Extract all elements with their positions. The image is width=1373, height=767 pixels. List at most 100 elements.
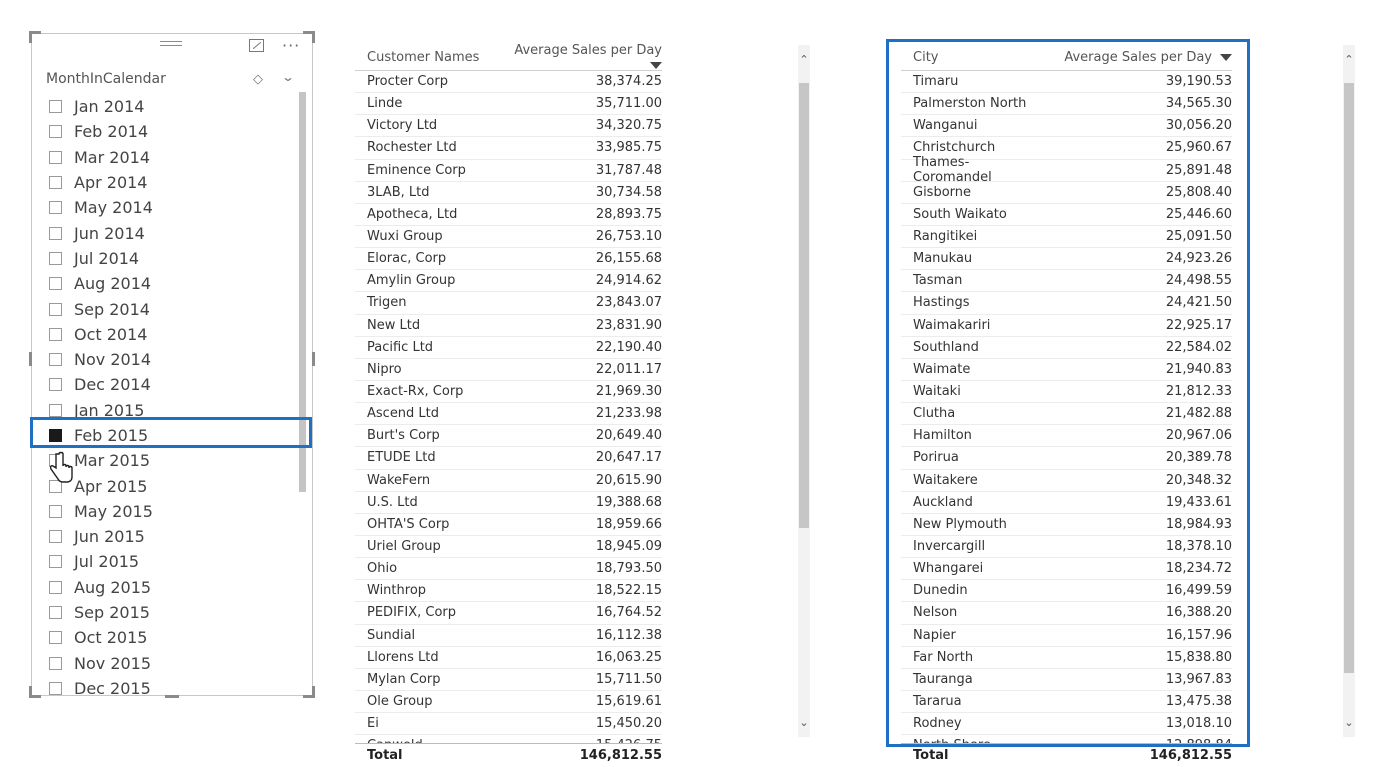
table-row[interactable]: Napier 16,157.96 [901, 625, 1232, 647]
table-row[interactable]: Eminence Corp 31,787.48 [355, 160, 662, 182]
more-options-icon[interactable]: ··· [282, 36, 300, 55]
table-row[interactable]: Waimate 21,940.83 [901, 359, 1232, 381]
scroll-up-icon[interactable]: ⌃ [1343, 53, 1355, 66]
checkbox[interactable] [49, 606, 62, 620]
checkbox[interactable] [49, 555, 62, 569]
table-row[interactable]: Invercargill 18,378.10 [901, 536, 1232, 559]
table-row[interactable]: Uriel Group 18,945.09 [355, 536, 662, 559]
table-row[interactable]: Trigen 23,843.07 [355, 292, 662, 315]
table-row[interactable]: Rangitikei 25,091.50 [901, 226, 1232, 249]
table-row[interactable]: Victory Ltd 34,320.75 [355, 115, 662, 138]
table-row[interactable]: Pacific Ltd 22,190.40 [355, 337, 662, 359]
table-row[interactable]: Llorens Ltd 16,063.25 [355, 647, 662, 669]
table-row[interactable]: 3LAB, Ltd 30,734.58 [355, 182, 662, 204]
column-header-sales[interactable]: Average Sales per Day [1047, 50, 1232, 65]
resize-handle-bottom-right[interactable] [303, 686, 315, 698]
table-row[interactable]: Thames-Coromandel 25,891.48 [901, 155, 1232, 185]
table-row[interactable]: Waitaki 21,812.33 [901, 381, 1232, 404]
table-row[interactable]: Ohio 18,793.50 [355, 558, 662, 581]
checkbox[interactable] [49, 530, 62, 544]
slicer-item[interactable]: Oct 2014 [32, 322, 302, 347]
checkbox[interactable] [49, 176, 62, 190]
chevron-down-icon[interactable]: ⌄ [281, 70, 295, 84]
slicer-item[interactable]: May 2015 [32, 499, 302, 524]
table-row[interactable]: Gisborne 25,808.40 [901, 182, 1232, 204]
slicer-item[interactable]: Apr 2014 [32, 170, 302, 195]
checkbox[interactable] [49, 251, 62, 265]
table-row[interactable]: Tauranga 13,967.83 [901, 669, 1232, 691]
column-header-city[interactable]: City [901, 50, 1047, 65]
scroll-down-icon[interactable]: ⌄ [798, 716, 810, 729]
checkbox[interactable] [49, 504, 62, 518]
table-row[interactable]: Elorac, Corp 26,155.68 [355, 248, 662, 271]
column-header-sales[interactable]: Average Sales per Day [495, 43, 662, 73]
checkbox[interactable] [49, 150, 62, 164]
slicer-item[interactable]: Jun 2014 [32, 220, 302, 245]
slicer-item[interactable]: Nov 2015 [32, 651, 302, 676]
slicer-item[interactable]: Sep 2015 [32, 600, 302, 625]
table-row[interactable]: Wanganui 30,056.20 [901, 115, 1232, 138]
table-row[interactable]: Rochester Ltd 33,985.75 [355, 137, 662, 160]
table-row[interactable]: Hastings 24,421.50 [901, 292, 1232, 315]
table-row[interactable]: Exact-Rx, Corp 21,969.30 [355, 381, 662, 404]
checkbox[interactable] [49, 656, 62, 670]
slicer-item[interactable]: Sep 2014 [32, 296, 302, 321]
slicer-item[interactable]: Jul 2014 [32, 246, 302, 271]
table-row[interactable]: Timaru 39,190.53 [901, 71, 1232, 94]
table-row[interactable]: Tasman 24,498.55 [901, 270, 1232, 293]
slicer-item[interactable]: May 2014 [32, 195, 302, 220]
table-row[interactable]: Southland 22,584.02 [901, 337, 1232, 359]
slicer-item[interactable]: Dec 2014 [32, 372, 302, 397]
table-row[interactable]: Capweld15,426.75 [355, 735, 662, 743]
checkbox[interactable] [49, 580, 62, 594]
slicer-item[interactable]: Feb 2014 [32, 119, 302, 144]
slicer-item[interactable]: Oct 2015 [32, 625, 302, 650]
table-row[interactable]: Palmerston North 34,565.30 [901, 93, 1232, 116]
table-row[interactable]: Waitakere 20,348.32 [901, 470, 1232, 492]
table-row[interactable]: Hamilton 20,967.06 [901, 425, 1232, 448]
table-row[interactable]: Tararua 13,475.38 [901, 691, 1232, 714]
table-row[interactable]: New Ltd 23,831.90 [355, 315, 662, 337]
slicer-item[interactable]: Nov 2014 [32, 347, 302, 372]
slicer-item[interactable]: Dec 2015 [32, 676, 302, 701]
slicer-item[interactable]: Aug 2015 [32, 575, 302, 600]
checkbox[interactable] [49, 201, 62, 215]
table-row[interactable]: Manukau 24,923.26 [901, 248, 1232, 271]
table-row[interactable]: Ole Group 15,619.61 [355, 691, 662, 714]
checkbox[interactable] [49, 327, 62, 341]
scroll-up-icon[interactable]: ⌃ [798, 53, 810, 66]
resize-handle-top-left[interactable] [29, 31, 41, 43]
table-row[interactable]: Nipro 22,011.17 [355, 359, 662, 381]
checkbox[interactable] [49, 277, 62, 291]
resize-handle-top-right[interactable] [303, 31, 315, 43]
slicer-item[interactable]: Mar 2014 [32, 145, 302, 170]
city-table-scrollbar[interactable]: ⌃ ⌄ [1343, 45, 1355, 737]
table-row[interactable]: Clutha 21,482.88 [901, 403, 1232, 426]
table-row[interactable]: New Plymouth 18,984.93 [901, 514, 1232, 536]
table-row[interactable]: Porirua 20,389.78 [901, 447, 1232, 470]
focus-mode-icon[interactable] [249, 39, 264, 52]
slicer-item[interactable]: Jul 2015 [32, 549, 302, 574]
table-row[interactable]: Burt's Corp 20,649.40 [355, 425, 662, 448]
table-row[interactable]: Winthrop 18,522.15 [355, 580, 662, 603]
table-row[interactable]: Whangarei 18,234.72 [901, 558, 1232, 581]
table-row[interactable]: Dunedin 16,499.59 [901, 580, 1232, 603]
table-row[interactable]: Nelson 16,388.20 [901, 602, 1232, 625]
checkbox[interactable] [49, 631, 62, 645]
table-row[interactable]: WakeFern 20,615.90 [355, 470, 662, 492]
scroll-thumb[interactable] [799, 83, 809, 528]
table-row[interactable]: Apotheca, Ltd 28,893.75 [355, 204, 662, 226]
sort-descending-icon[interactable] [1220, 54, 1232, 61]
table-row[interactable]: Wuxi Group 26,753.10 [355, 226, 662, 249]
checkbox[interactable] [49, 403, 62, 417]
checkbox[interactable] [49, 378, 62, 392]
table-row[interactable]: Sundial 16,112.38 [355, 625, 662, 647]
table-row[interactable]: U.S. Ltd 19,388.68 [355, 492, 662, 514]
table-row[interactable]: OHTA'S Corp 18,959.66 [355, 514, 662, 536]
scroll-down-icon[interactable]: ⌄ [1343, 716, 1355, 729]
table-row[interactable]: Procter Corp 38,374.25 [355, 71, 662, 94]
customer-table-scrollbar[interactable]: ⌃ ⌄ [798, 45, 810, 737]
table-row[interactable]: North Shore12,898.84 [901, 735, 1232, 743]
slicer-item[interactable]: Jun 2015 [32, 524, 302, 549]
table-row[interactable]: Mylan Corp 15,711.50 [355, 669, 662, 691]
